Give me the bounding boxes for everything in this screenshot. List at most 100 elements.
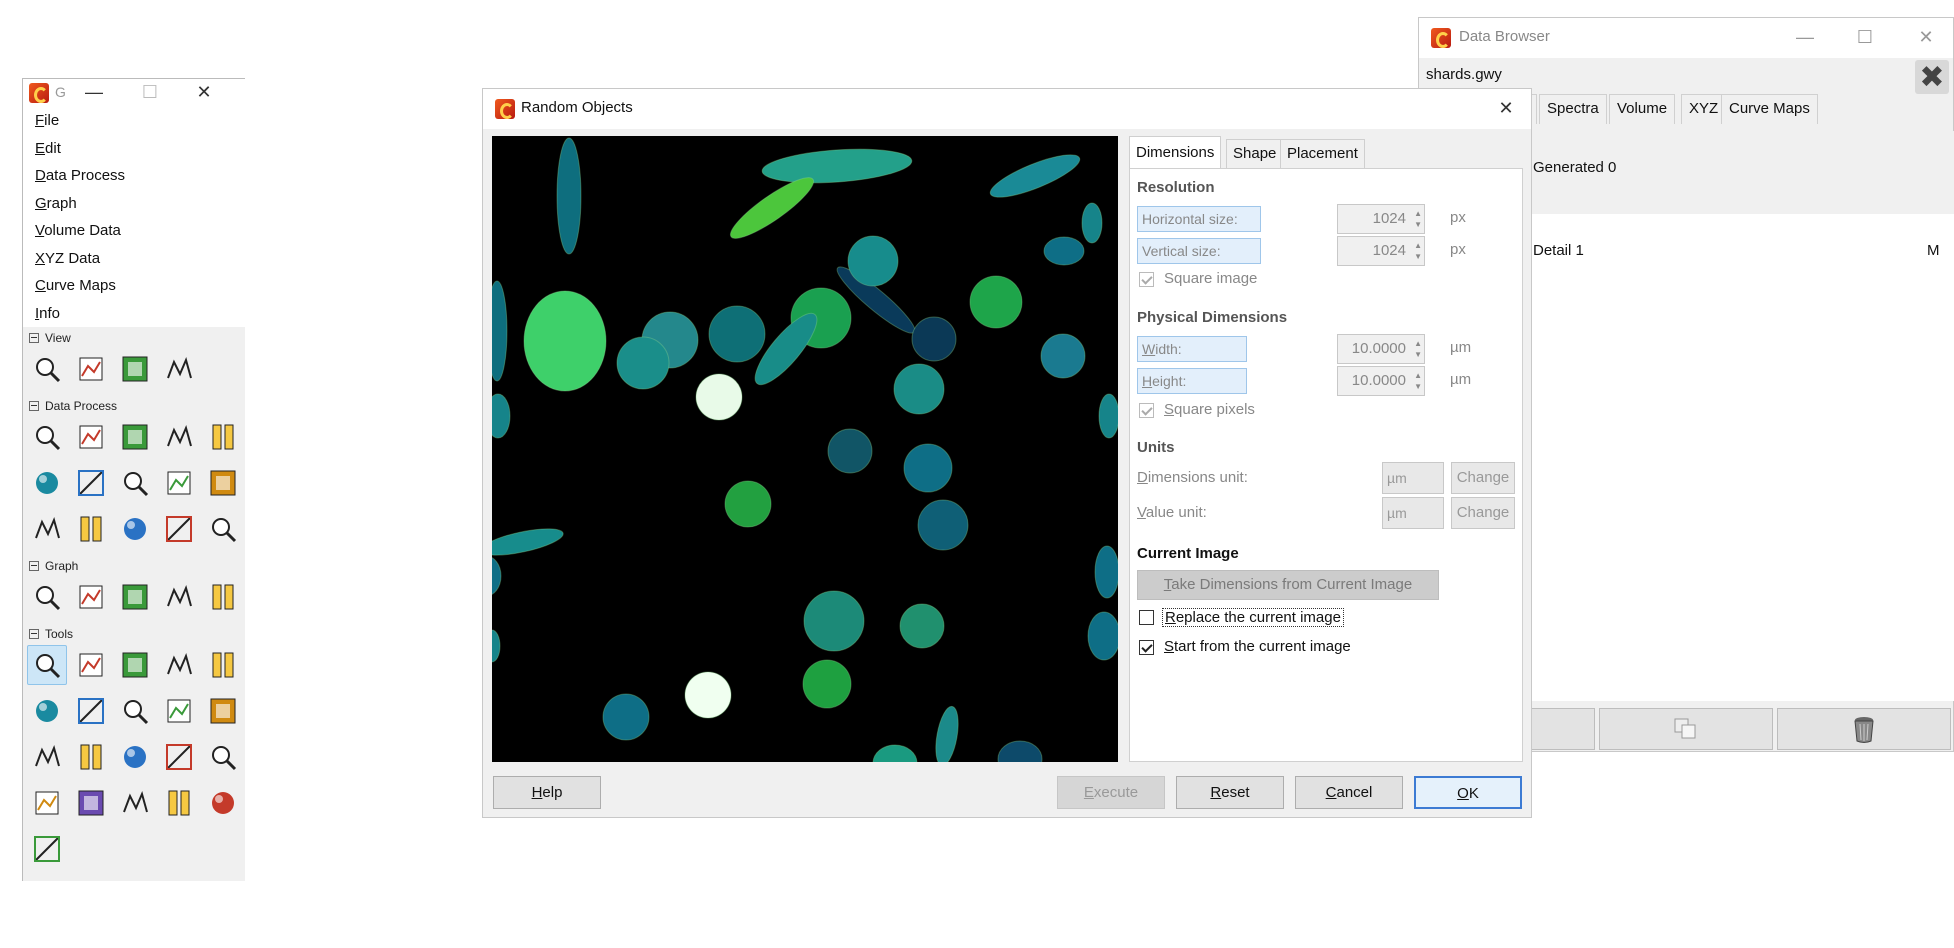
lines-button[interactable]: [71, 463, 111, 503]
square-image-checkbox[interactable]: [1139, 272, 1154, 287]
height-spinner[interactable]: 10.0000 ▲ ▼: [1337, 366, 1425, 396]
mask-button[interactable]: [203, 509, 243, 549]
selection-manager-button[interactable]: [203, 783, 243, 823]
tab-xyz[interactable]: XYZ: [1681, 94, 1727, 124]
maximize-icon[interactable]: ☐: [127, 79, 173, 107]
spin-arrows-icon[interactable]: ▲ ▼: [1414, 370, 1422, 392]
toggle-visibility-button[interactable]: [1527, 708, 1595, 750]
grain-remove-button[interactable]: [203, 737, 243, 777]
duplicate-button[interactable]: [1599, 708, 1773, 750]
slope-button[interactable]: [27, 691, 67, 731]
close-icon[interactable]: ✕: [1903, 24, 1949, 52]
cancel-button[interactable]: Cancel: [1295, 776, 1403, 809]
minimize-icon[interactable]: —: [1782, 24, 1828, 52]
grains-button[interactable]: [159, 463, 199, 503]
dimensions-unit-field[interactable]: µm: [1382, 462, 1444, 494]
pointer-button[interactable]: [27, 645, 67, 685]
graph-filter-button[interactable]: [159, 577, 199, 617]
tab-spectra[interactable]: Spectra: [1539, 94, 1607, 124]
width-spinner[interactable]: 10.0000 ▲ ▼: [1337, 334, 1425, 364]
spot-remove-button[interactable]: [71, 783, 111, 823]
help-button[interactable]: Help: [493, 776, 601, 809]
shade-button[interactable]: [159, 509, 199, 549]
change-dimensions-unit-button[interactable]: Change: [1451, 462, 1515, 494]
profile-button[interactable]: [159, 645, 199, 685]
list-item[interactable]: Generated 0: [1527, 131, 1954, 214]
mask-editor-button[interactable]: [27, 783, 67, 823]
line-correct-button[interactable]: [159, 737, 199, 777]
spin-arrows-icon[interactable]: ▲ ▼: [1414, 240, 1422, 262]
section-graph-header[interactable]: Graph: [23, 555, 245, 577]
close-icon[interactable]: ✕: [181, 79, 227, 107]
vertical-size-spinner[interactable]: 1024 ▲ ▼: [1337, 236, 1425, 266]
histogram-button[interactable]: [71, 509, 111, 549]
menu-volume-data[interactable]: Volume Data: [23, 217, 245, 245]
3d-view-button[interactable]: [159, 349, 199, 389]
mark-button[interactable]: [27, 509, 67, 549]
gradient-button[interactable]: [203, 417, 243, 457]
scale-button[interactable]: [115, 417, 155, 457]
path-level-button[interactable]: [27, 829, 67, 869]
spin-arrows-icon[interactable]: ▲ ▼: [1414, 208, 1422, 230]
section-tools-header[interactable]: Tools: [23, 623, 245, 645]
zoom-1-1-button[interactable]: [71, 349, 111, 389]
menu-edit[interactable]: Edit: [23, 135, 245, 163]
dialog-titlebar[interactable]: Random Objects ✕: [483, 89, 1531, 129]
close-file-icon[interactable]: ✖: [1915, 60, 1949, 94]
distance-button[interactable]: [71, 645, 111, 685]
stats-button[interactable]: [71, 691, 111, 731]
menu-graph[interactable]: Graph: [23, 190, 245, 218]
sphere-button[interactable]: [115, 509, 155, 549]
sfunction-button[interactable]: [159, 691, 199, 731]
tab-volume[interactable]: Volume: [1609, 94, 1676, 124]
plane-button[interactable]: [27, 463, 67, 503]
ok-button[interactable]: OK: [1414, 776, 1522, 809]
menu-curve-maps[interactable]: Curve Maps: [23, 272, 245, 300]
delete-button[interactable]: [1777, 708, 1951, 750]
menu-xyz-data[interactable]: XYZ Data: [23, 245, 245, 273]
level-button[interactable]: [27, 417, 67, 457]
spectro-button[interactable]: [203, 645, 243, 685]
value-unit-field[interactable]: µm: [1382, 497, 1444, 529]
tab-shape[interactable]: Shape: [1226, 139, 1284, 168]
tab-dimensions[interactable]: Dimensions: [1129, 136, 1222, 169]
minimize-icon[interactable]: —: [71, 79, 117, 107]
take-dimensions-button[interactable]: Take Dimensions from Current Image: [1137, 570, 1439, 600]
watershed-button[interactable]: [203, 463, 243, 503]
toolbox-titlebar[interactable]: G — ☐ ✕: [23, 79, 245, 107]
cross-remove-button[interactable]: [115, 783, 155, 823]
tab-curve-maps[interactable]: Curve Maps: [1721, 94, 1818, 124]
crop-button[interactable]: [71, 417, 111, 457]
start-from-current-checkbox[interactable]: [1139, 640, 1154, 655]
rows-button[interactable]: [115, 463, 155, 503]
duplicate-button[interactable]: [159, 417, 199, 457]
close-icon[interactable]: ✕: [1483, 95, 1529, 123]
level3-button[interactable]: [115, 737, 155, 777]
graph-measure-button[interactable]: [27, 577, 67, 617]
spin-arrows-icon[interactable]: ▲ ▼: [1414, 338, 1422, 360]
menu-data-process[interactable]: Data Process: [23, 162, 245, 190]
browser-titlebar[interactable]: Data Browser — ☐ ✕: [1419, 18, 1953, 58]
filter-button[interactable]: [27, 737, 67, 777]
execute-button[interactable]: Execute: [1057, 776, 1165, 809]
list-item[interactable]: Detail 1 M: [1527, 214, 1954, 297]
color-range-button[interactable]: [159, 783, 199, 823]
change-value-unit-button[interactable]: Change: [1451, 497, 1515, 529]
curve-button[interactable]: [115, 691, 155, 731]
menu-info[interactable]: Info: [23, 300, 245, 328]
graph-fit-button[interactable]: [71, 577, 111, 617]
graph-critical-button[interactable]: [115, 577, 155, 617]
roughness-button[interactable]: [203, 691, 243, 731]
square-pixels-checkbox[interactable]: [1139, 403, 1154, 418]
horizontal-size-spinner[interactable]: 1024 ▲ ▼: [1337, 204, 1425, 234]
menu-file[interactable]: File: [23, 107, 245, 135]
zoom-out-button[interactable]: [115, 349, 155, 389]
reset-button[interactable]: Reset: [1176, 776, 1284, 809]
section-data-process-header[interactable]: Data Process: [23, 395, 245, 417]
tab-placement[interactable]: Placement: [1280, 139, 1365, 168]
crosshair-button[interactable]: [115, 645, 155, 685]
triangle-button[interactable]: [71, 737, 111, 777]
zoom-in-button[interactable]: [27, 349, 67, 389]
replace-image-checkbox[interactable]: [1139, 610, 1154, 625]
section-view-header[interactable]: View: [23, 327, 245, 349]
